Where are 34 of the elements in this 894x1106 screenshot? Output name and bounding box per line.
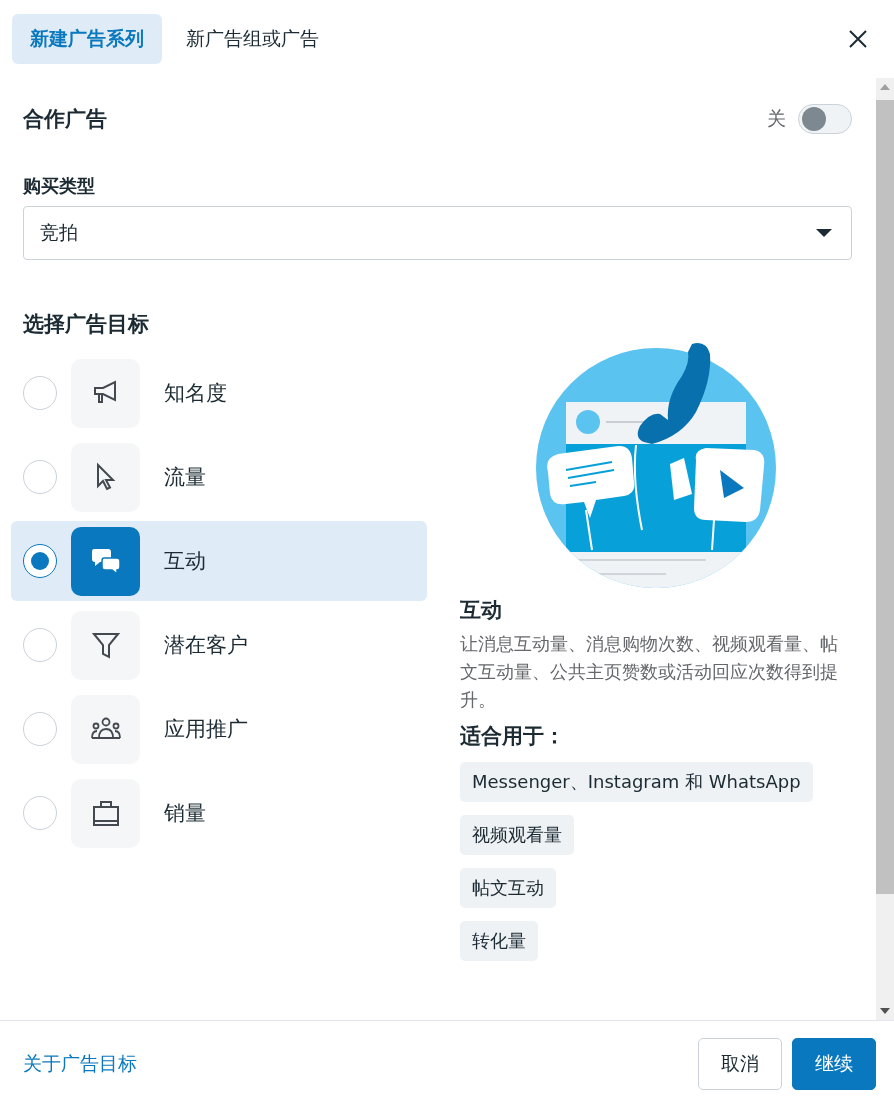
tab[interactable]: 新建广告系列 [12, 14, 162, 64]
close-icon[interactable] [848, 29, 868, 49]
help-link[interactable]: 关于广告目标 [23, 1050, 137, 1077]
shopping-bag-icon [90, 798, 121, 828]
objective-description: 让消息互动量、消息购物次数、视频观看量、帖文互动量、公共主页赞数或活动回应次数得到提升。 [460, 632, 839, 712]
people-icon [89, 716, 122, 742]
objective-option[interactable]: 潜在客户 [11, 610, 427, 680]
section-title: 合作广告 [23, 106, 107, 133]
select-field[interactable]: 竞拍 [23, 206, 852, 260]
suited-title: 适合用于： [460, 723, 565, 750]
section-title: 选择广告目标 [23, 311, 150, 338]
scroll-down-icon[interactable] [880, 1008, 890, 1014]
scrollbar[interactable] [876, 78, 894, 1020]
chat-bubbles-icon [89, 546, 122, 576]
tag: 视频观看量 [460, 815, 574, 855]
tag: 转化量 [460, 921, 538, 961]
objective-title: 互动 [460, 597, 502, 624]
tab[interactable]: 新广告组或广告 [168, 14, 337, 64]
scroll-up-icon[interactable] [880, 84, 890, 90]
objective-option[interactable]: 销量 [11, 778, 427, 848]
objective-option[interactable]: 流量 [11, 442, 427, 512]
tag: Messenger、Instagram 和 WhatsApp [460, 762, 813, 802]
caret-icon [815, 228, 833, 238]
funnel-icon [91, 630, 120, 660]
field-label: 购买类型 [23, 174, 96, 198]
continue-button[interactable]: 继续 [792, 1037, 876, 1090]
radio-button[interactable] [23, 544, 57, 578]
objective-option[interactable]: 互动 [11, 521, 427, 601]
objective-option[interactable]: 应用推广 [11, 694, 427, 764]
toggle-switch[interactable] [798, 104, 852, 134]
cancel-button[interactable]: 取消 [698, 1037, 782, 1090]
toggle-label: 关 [767, 106, 786, 131]
objective-option[interactable]: 知名度 [11, 358, 427, 428]
tag: 帖文互动 [460, 868, 556, 908]
